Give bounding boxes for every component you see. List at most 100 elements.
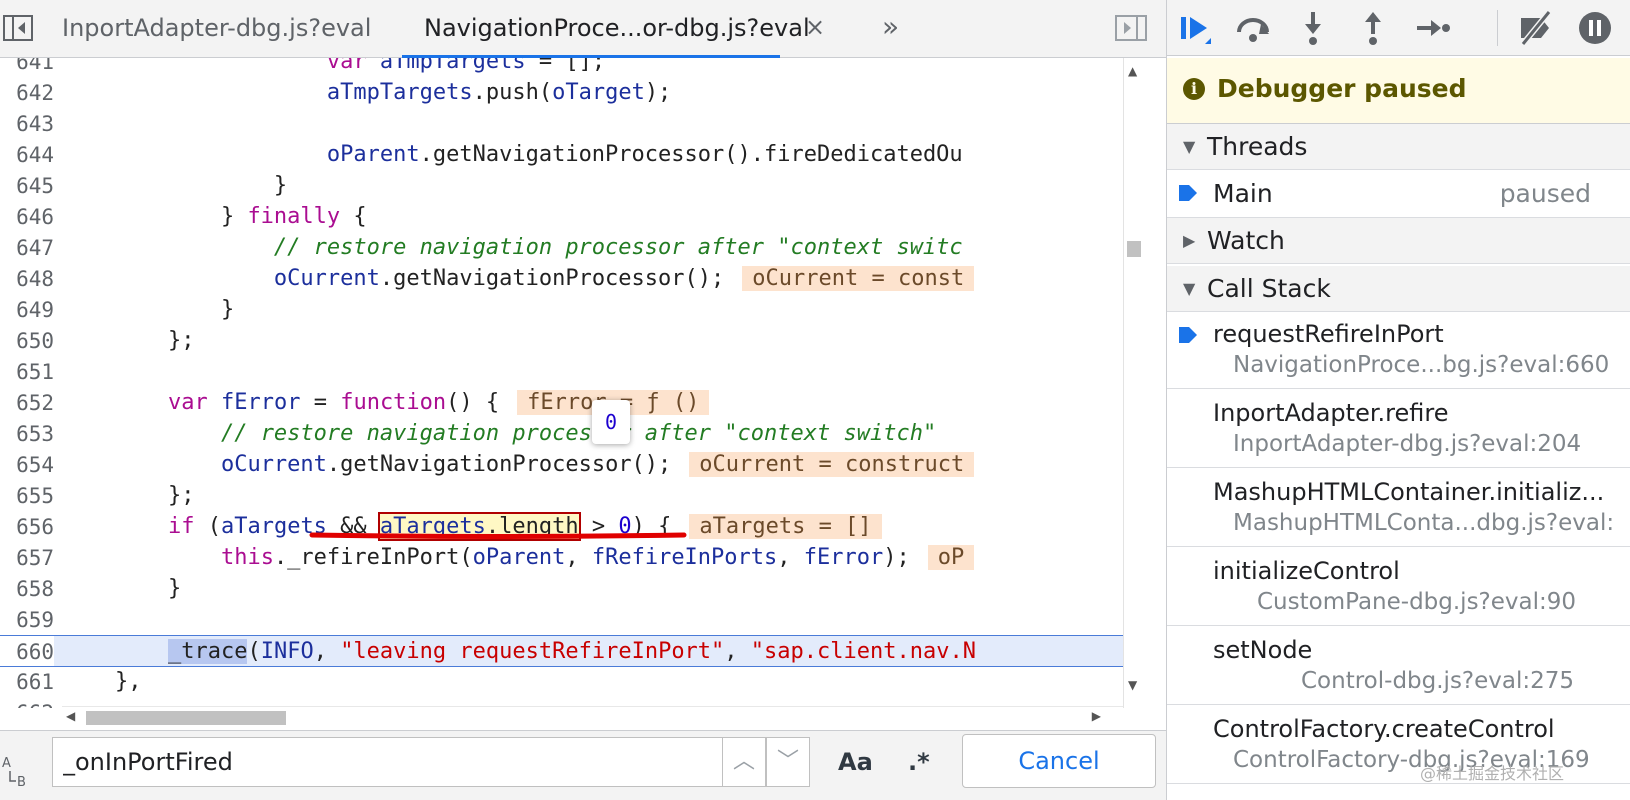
match-case-button[interactable]: Aa: [838, 737, 873, 787]
code-text: },: [62, 669, 142, 694]
line-number[interactable]: 659: [0, 604, 54, 636]
code-line[interactable]: 645 }: [0, 170, 1143, 202]
code-line[interactable]: 654 oCurrent.getNavigationProcessor(); oC…: [0, 449, 1143, 481]
current-thread-arrow-icon: [1179, 185, 1197, 201]
line-number[interactable]: 655: [0, 480, 54, 512]
line-number[interactable]: 658: [0, 573, 54, 605]
previous-match-button[interactable]: ︿: [722, 737, 766, 787]
line-number[interactable]: 662: [0, 697, 54, 708]
line-number[interactable]: 644: [0, 139, 54, 171]
step-out-icon[interactable]: [1353, 8, 1393, 48]
line-number[interactable]: 649: [0, 294, 54, 326]
code-text: var aTmpTargets = [];: [326, 58, 606, 74]
code-line[interactable]: 658 }: [0, 573, 1143, 605]
code-area[interactable]: 641 var aTmpTargets = []; 642 aTmpTargets…: [0, 58, 1143, 708]
line-number[interactable]: 651: [0, 356, 54, 388]
tab-close-icon[interactable]: ×: [803, 12, 827, 42]
horizontal-scroll-thumb[interactable]: [86, 711, 286, 725]
scroll-left-icon[interactable]: ◀: [66, 709, 75, 723]
call-stack-frame[interactable]: MashupHTMLContainer.initializ... MashupHT…: [1167, 468, 1630, 547]
call-stack-frame[interactable]: InportAdapter.refire InportAdapter-dbg.js…: [1167, 389, 1630, 468]
line-number[interactable]: 660: [0, 636, 54, 666]
scroll-up-icon[interactable]: ▲: [1128, 64, 1137, 78]
code-text: aTmpTargets.push(oTarget);: [326, 80, 672, 105]
scroll-right-icon[interactable]: ▶: [1092, 709, 1101, 723]
search-input[interactable]: [52, 737, 724, 787]
step-icon[interactable]: [1413, 8, 1453, 48]
code-line[interactable]: 642 aTmpTargets.push(oTarget);: [0, 77, 1143, 109]
line-number[interactable]: 656: [0, 511, 54, 543]
frame-location: NavigationProce...bg.js?eval:660: [1233, 352, 1610, 378]
inline-value-badge: oP: [927, 545, 975, 570]
tab-inportadapter[interactable]: InportAdapter-dbg.js?eval: [62, 0, 371, 58]
toggle-navigator-icon[interactable]: [2, 13, 34, 43]
frame-function-name: ControlFactory.createControl: [1213, 715, 1555, 743]
code-line[interactable]: 659: [0, 604, 1143, 636]
code-text: this._refireInPort(oParent, fRefireInPor…: [62, 542, 975, 574]
code-line[interactable]: 644 oParent.getNavigationProcessor().fir…: [0, 139, 1143, 171]
thread-name: Main: [1213, 179, 1273, 208]
line-number[interactable]: 661: [0, 666, 54, 698]
code-line[interactable]: 652 var fError = function() {fError = ƒ …: [0, 387, 1143, 419]
code-line[interactable]: 655 };: [0, 480, 1143, 512]
line-number[interactable]: 647: [0, 232, 54, 264]
thread-row-main[interactable]: Main paused: [1167, 170, 1630, 218]
line-number[interactable]: 657: [0, 542, 54, 574]
tab-navigationprocessor[interactable]: NavigationProce...or-dbg.js?eval: [402, 0, 810, 58]
line-number[interactable]: 648: [0, 263, 54, 295]
replace-toggle-icon[interactable]: A B: [2, 753, 36, 789]
call-stack-frame[interactable]: setNode Control-dbg.js?eval:275: [1167, 626, 1630, 705]
line-number[interactable]: 654: [0, 449, 54, 481]
callstack-label: Call Stack: [1207, 274, 1331, 303]
code-text: oCurrent.getNavigationProcessor(); oCurre…: [62, 263, 975, 295]
code-line[interactable]: 643: [0, 108, 1143, 140]
scroll-down-icon[interactable]: ▼: [1128, 678, 1137, 692]
line-number[interactable]: 650: [0, 325, 54, 357]
next-match-button[interactable]: ﹀: [766, 737, 810, 787]
toolbar-divider: [1497, 10, 1498, 46]
code-line[interactable]: 646 } finally {: [0, 201, 1143, 233]
line-number[interactable]: 643: [0, 108, 54, 140]
svg-text:B: B: [17, 775, 26, 789]
current-execution-line[interactable]: 660 _trace(INFO, "leaving requestRefireI…: [0, 635, 1143, 667]
line-number[interactable]: 645: [0, 170, 54, 202]
code-line[interactable]: 657 this._refireInPort(oParent, fRefireI…: [0, 542, 1143, 574]
call-stack-frame[interactable]: initializeControl CustomPane-dbg.js?eval:…: [1167, 547, 1630, 626]
line-number[interactable]: 653: [0, 418, 54, 450]
search-bar: A B ︿ ﹀ Aa .* Cancel: [0, 730, 1166, 800]
regex-button[interactable]: .*: [908, 737, 930, 787]
code-line[interactable]: 641 var aTmpTargets = [];: [0, 58, 1143, 78]
vertical-scrollbar[interactable]: ▲ ▼: [1123, 58, 1143, 708]
resume-icon[interactable]: [1175, 8, 1215, 48]
code-line[interactable]: 647 // restore navigation processor afte…: [0, 232, 1143, 264]
code-line[interactable]: 649 }: [0, 294, 1143, 326]
line-number[interactable]: 642: [0, 77, 54, 109]
code-line[interactable]: 650 };: [0, 325, 1143, 357]
horizontal-scrollbar[interactable]: ◀ ▶: [62, 706, 1123, 728]
line-number[interactable]: 641: [0, 58, 54, 78]
pause-on-exceptions-icon[interactable]: [1575, 8, 1615, 48]
callstack-section-header[interactable]: ▼ Call Stack: [1167, 266, 1630, 312]
code-line[interactable]: 651: [0, 356, 1143, 388]
step-over-icon[interactable]: [1233, 8, 1273, 48]
source-editor: InportAdapter-dbg.js?eval NavigationProc…: [0, 0, 1166, 800]
line-number[interactable]: 652: [0, 387, 54, 419]
vertical-scroll-thumb[interactable]: [1127, 241, 1141, 257]
watermark: @稀土掘金技术社区: [1420, 764, 1565, 783]
code-line[interactable]: 661 },: [0, 666, 1143, 698]
line-number[interactable]: 646: [0, 201, 54, 233]
watch-section-header[interactable]: ▶ Watch: [1167, 218, 1630, 264]
code-line[interactable]: 648 oCurrent.getNavigationProcessor(); oC…: [0, 263, 1143, 295]
more-tabs-icon[interactable]: »: [882, 10, 912, 46]
collapse-triangle-icon: ▶: [1183, 231, 1196, 250]
info-icon: i: [1183, 78, 1205, 100]
code-text: // restore navigation processor after "c…: [273, 235, 963, 260]
frame-function-name: initializeControl: [1213, 557, 1400, 585]
step-into-icon[interactable]: [1293, 8, 1333, 48]
cancel-button[interactable]: Cancel: [962, 734, 1156, 788]
call-stack-frame[interactable]: requestRefireInPort NavigationProce...bg.…: [1167, 310, 1630, 389]
code-line[interactable]: 653 // restore navigation processor afte…: [0, 418, 1143, 450]
toggle-debugger-icon[interactable]: [1114, 13, 1148, 43]
deactivate-breakpoints-icon[interactable]: [1515, 8, 1555, 48]
threads-section-header[interactable]: ▼ Threads: [1167, 124, 1630, 170]
